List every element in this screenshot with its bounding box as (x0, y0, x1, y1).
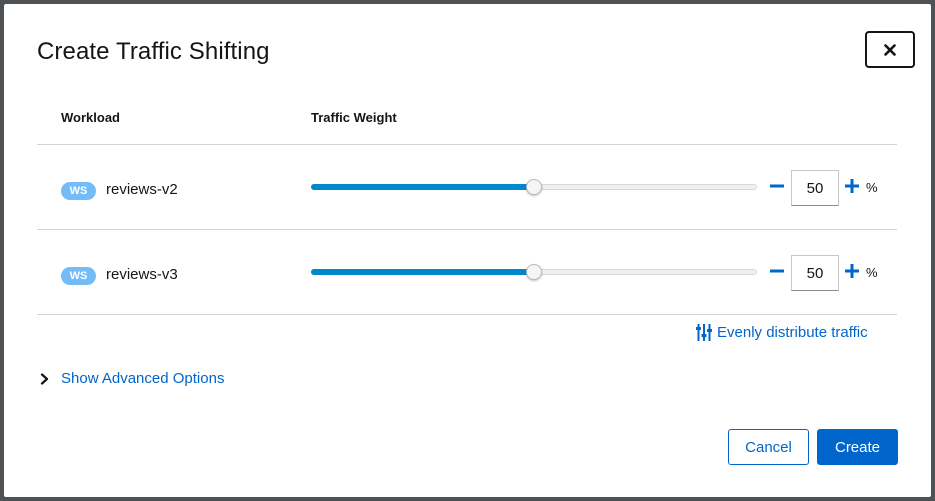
close-button[interactable] (865, 31, 915, 68)
evenly-distribute-link[interactable]: Evenly distribute traffic (696, 324, 868, 341)
slider-handle[interactable] (526, 264, 542, 280)
advanced-options-toggle[interactable]: Show Advanced Options (40, 370, 224, 387)
weight-slider[interactable] (311, 179, 757, 195)
close-icon (884, 43, 896, 56)
percent-unit: % (866, 180, 878, 195)
workload-badge: WS (61, 267, 96, 285)
weight-input[interactable] (791, 255, 839, 291)
weight-input[interactable] (791, 170, 839, 206)
minus-icon (770, 184, 784, 188)
workload-name: reviews-v2 (106, 181, 178, 198)
sliders-icon (696, 324, 712, 341)
increase-button[interactable] (843, 177, 861, 195)
plus-icon (845, 264, 859, 278)
chevron-right-icon (40, 372, 49, 385)
evenly-distribute-label: Evenly distribute traffic (717, 324, 868, 341)
header-workload: Workload (61, 110, 120, 125)
workload-name: reviews-v3 (106, 266, 178, 283)
percent-unit: % (866, 265, 878, 280)
decrease-button[interactable] (768, 177, 786, 195)
advanced-options-label: Show Advanced Options (61, 370, 225, 387)
minus-icon (770, 269, 784, 273)
slider-fill (311, 269, 534, 275)
cancel-button[interactable]: Cancel (728, 429, 809, 465)
increase-button[interactable] (843, 262, 861, 280)
weight-slider[interactable] (311, 264, 757, 280)
header-traffic-weight: Traffic Weight (311, 110, 397, 125)
slider-handle[interactable] (526, 179, 542, 195)
create-button[interactable]: Create (817, 429, 898, 465)
slider-fill (311, 184, 534, 190)
traffic-shifting-modal: Create Traffic Shifting Workload Traffic… (4, 4, 931, 497)
decrease-button[interactable] (768, 262, 786, 280)
workload-badge: WS (61, 182, 96, 200)
plus-icon (845, 179, 859, 193)
table-row: WS reviews-v2 % (37, 145, 897, 229)
table-divider (37, 314, 897, 315)
modal-title: Create Traffic Shifting (37, 38, 270, 65)
table-row: WS reviews-v3 % (37, 230, 897, 314)
